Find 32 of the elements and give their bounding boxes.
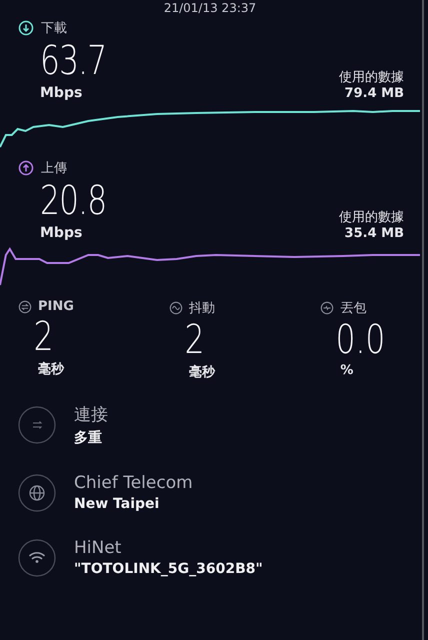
speed-label: 下載 (41, 20, 67, 37)
speed-value: 63.7 (40, 37, 106, 85)
data-used-value: 35.4 MB (344, 226, 404, 241)
stat-value: 0.0 (334, 317, 386, 363)
detail-title: HiNet (74, 538, 122, 558)
detail-title: 連接 (74, 404, 108, 426)
globe-icon (18, 474, 56, 512)
data-used-label: 使用的數據 (339, 69, 404, 86)
stat-value: 2 (184, 317, 206, 363)
stat-label: 丟包 (340, 300, 366, 317)
arrows-icon (18, 406, 56, 444)
data-used-label: 使用的數據 (339, 209, 404, 226)
stat-unit: % (339, 363, 354, 378)
detail-title: Chief Telecom (74, 473, 193, 493)
stat-unit: 毫秒 (188, 364, 216, 381)
speed-unit: Mbps (40, 225, 84, 241)
ping-icon (18, 300, 32, 314)
stat-label: 抖動 (189, 300, 216, 317)
timestamp: 21/01/13 23:37 (162, 0, 258, 15)
speed-label: 上傳 (41, 160, 67, 177)
wifi-icon (18, 538, 56, 576)
detail-value: "TOTOLINK_5G_3602B8" (74, 561, 263, 577)
speed-unit: Mbps (40, 85, 84, 101)
jitter-icon (169, 301, 184, 315)
stat-label: PING (38, 299, 74, 314)
detail-value: New Taipei (74, 496, 160, 512)
speed-value: 20.8 (40, 177, 106, 225)
stat-value: 2 (32, 314, 54, 360)
stat-unit: 毫秒 (37, 360, 66, 378)
data-used-value: 79.4 MB (344, 86, 404, 101)
loss-icon (320, 301, 334, 315)
detail-value: 多重 (74, 429, 103, 447)
